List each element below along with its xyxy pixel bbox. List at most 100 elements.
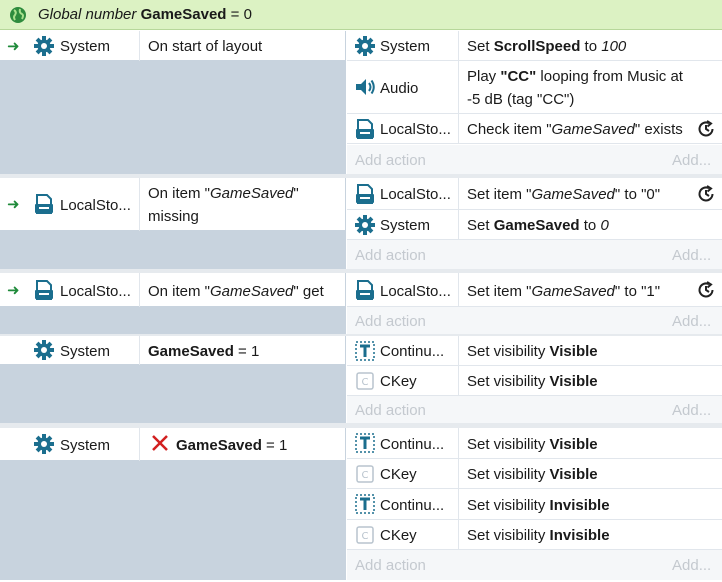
action-object: LocalSto...	[380, 186, 451, 203]
svg-text:C: C	[362, 531, 369, 542]
add-action-short: Add...	[672, 313, 712, 330]
action-text: Set visibility Visible	[467, 436, 598, 453]
event-1-condition[interactable]: ➜ System On start of layout	[0, 31, 346, 61]
subevent-condition[interactable]: System GameSaved = 1	[0, 336, 346, 365]
condition-object: LocalSto...	[60, 283, 131, 300]
action-object: LocalSto...	[380, 121, 451, 138]
action-row[interactable]: Continu... Set visibility Invisible	[347, 489, 722, 520]
action-object: System	[380, 217, 431, 234]
action-text-line2: -5 dB (tag "CC")	[467, 91, 575, 108]
add-action-short: Add...	[672, 557, 712, 574]
arrow-right-icon: ➜	[7, 196, 20, 213]
action-text: Set visibility Visible	[467, 466, 598, 483]
action-object: System	[380, 38, 431, 55]
speaker-icon	[354, 76, 376, 98]
global-name: GameSaved	[140, 6, 227, 23]
action-row[interactable]: System Set ScrollSpeed to 100	[347, 31, 722, 61]
action-text: Set ScrollSpeed to 100	[467, 38, 627, 55]
global-variable-text: Global number GameSaved = 0	[38, 6, 252, 23]
condition-text: On item "GameSaved" get	[148, 283, 324, 300]
add-action-row[interactable]: Add action Add...	[347, 307, 722, 334]
sprite-object-icon: C	[354, 463, 376, 485]
action-text-line1: Play "CC" looping from Music at	[467, 68, 683, 85]
async-clock-icon	[696, 119, 718, 141]
action-row[interactable]: LocalSto... Check item "GameSaved" exist…	[347, 114, 722, 144]
action-object: Continu...	[380, 343, 445, 360]
action-text: Set GameSaved to 0	[467, 217, 609, 234]
action-object: CKey	[380, 527, 417, 544]
action-row[interactable]: Continu... Set visibility Visible	[347, 428, 722, 459]
action-row[interactable]: Audio Play "CC" looping from Music at -5…	[347, 61, 722, 114]
local-storage-icon	[354, 118, 376, 140]
action-object: Continu...	[380, 497, 445, 514]
add-action-label: Add action	[355, 313, 426, 330]
condition-text-line1: On item "GameSaved"	[148, 185, 299, 202]
gear-icon	[354, 35, 376, 57]
action-object: Audio	[380, 80, 419, 97]
action-text: Set visibility Visible	[467, 343, 598, 360]
add-action-label: Add action	[355, 557, 426, 574]
condition-text-line2: missing	[148, 208, 199, 225]
action-object: LocalSto...	[380, 283, 451, 300]
add-action-row[interactable]: Add action Add...	[347, 240, 722, 269]
add-action-row[interactable]: Add action Add...	[347, 145, 722, 174]
globe-icon	[9, 6, 27, 28]
condition-object: System	[60, 437, 111, 454]
local-storage-icon	[354, 279, 376, 301]
text-object-icon	[354, 493, 376, 515]
action-text: Set visibility Visible	[467, 373, 598, 390]
local-storage-icon	[354, 183, 376, 205]
global-value: 0	[243, 6, 252, 23]
text-object-icon	[354, 340, 376, 362]
event-3-condition[interactable]: ➜ LocalSto... On item "GameSaved" get	[0, 273, 346, 307]
async-clock-icon	[696, 184, 718, 206]
action-text: Set visibility Invisible	[467, 497, 610, 514]
condition-text: GameSaved = 1	[148, 343, 260, 360]
action-text: Set item "GameSaved" to "0"	[467, 186, 661, 203]
action-text: Set item "GameSaved" to "1"	[467, 283, 661, 300]
text-object-icon	[354, 432, 376, 454]
condition-text: GameSaved = 1	[176, 437, 288, 454]
action-row[interactable]: System Set GameSaved to 0	[347, 210, 722, 240]
global-eq: =	[230, 6, 240, 23]
local-storage-icon	[33, 279, 55, 301]
add-action-short: Add...	[672, 247, 712, 264]
add-action-row[interactable]: Add action Add...	[347, 396, 722, 423]
arrow-right-icon: ➜	[7, 282, 20, 299]
action-text: Set visibility Invisible	[467, 527, 610, 544]
svg-text:C: C	[362, 377, 369, 388]
invert-x-icon	[150, 433, 172, 455]
condition-object: System	[60, 38, 111, 55]
condition-object: System	[60, 343, 111, 360]
action-row[interactable]: LocalSto... Set item "GameSaved" to "0"	[347, 178, 722, 210]
arrow-right-icon: ➜	[7, 38, 20, 55]
event-2-condition[interactable]: ➜ LocalSto... On item "GameSaved" missin…	[0, 178, 346, 231]
sprite-object-icon: C	[354, 370, 376, 392]
add-action-short: Add...	[672, 402, 712, 419]
event-4-condition[interactable]: System GameSaved = 1	[0, 428, 346, 461]
action-text: Check item "GameSaved" exists	[467, 121, 683, 138]
action-object: CKey	[380, 466, 417, 483]
add-action-row[interactable]: Add action Add...	[347, 550, 722, 580]
action-row[interactable]: Continu... Set visibility Visible	[347, 336, 722, 366]
async-clock-icon	[696, 280, 718, 302]
action-row[interactable]: C CKey Set visibility Visible	[347, 459, 722, 489]
gear-icon	[33, 339, 55, 361]
gear-icon	[33, 433, 55, 455]
condition-text: On start of layout	[148, 38, 263, 55]
local-storage-icon	[33, 193, 55, 215]
action-row[interactable]: C CKey Set visibility Visible	[347, 366, 722, 396]
global-prefix: Global number	[38, 6, 137, 23]
sprite-object-icon: C	[354, 524, 376, 546]
add-action-label: Add action	[355, 247, 426, 264]
action-row[interactable]: C CKey Set visibility Invisible	[347, 520, 722, 550]
action-object: CKey	[380, 373, 417, 390]
condition-object: LocalSto...	[60, 197, 131, 214]
add-action-label: Add action	[355, 152, 426, 169]
add-action-short: Add...	[672, 152, 712, 169]
add-action-label: Add action	[355, 402, 426, 419]
global-variable-row[interactable]: Global number GameSaved = 0	[0, 0, 722, 30]
action-row[interactable]: LocalSto... Set item "GameSaved" to "1"	[347, 273, 722, 307]
gear-icon	[33, 35, 55, 57]
svg-text:C: C	[362, 470, 369, 481]
